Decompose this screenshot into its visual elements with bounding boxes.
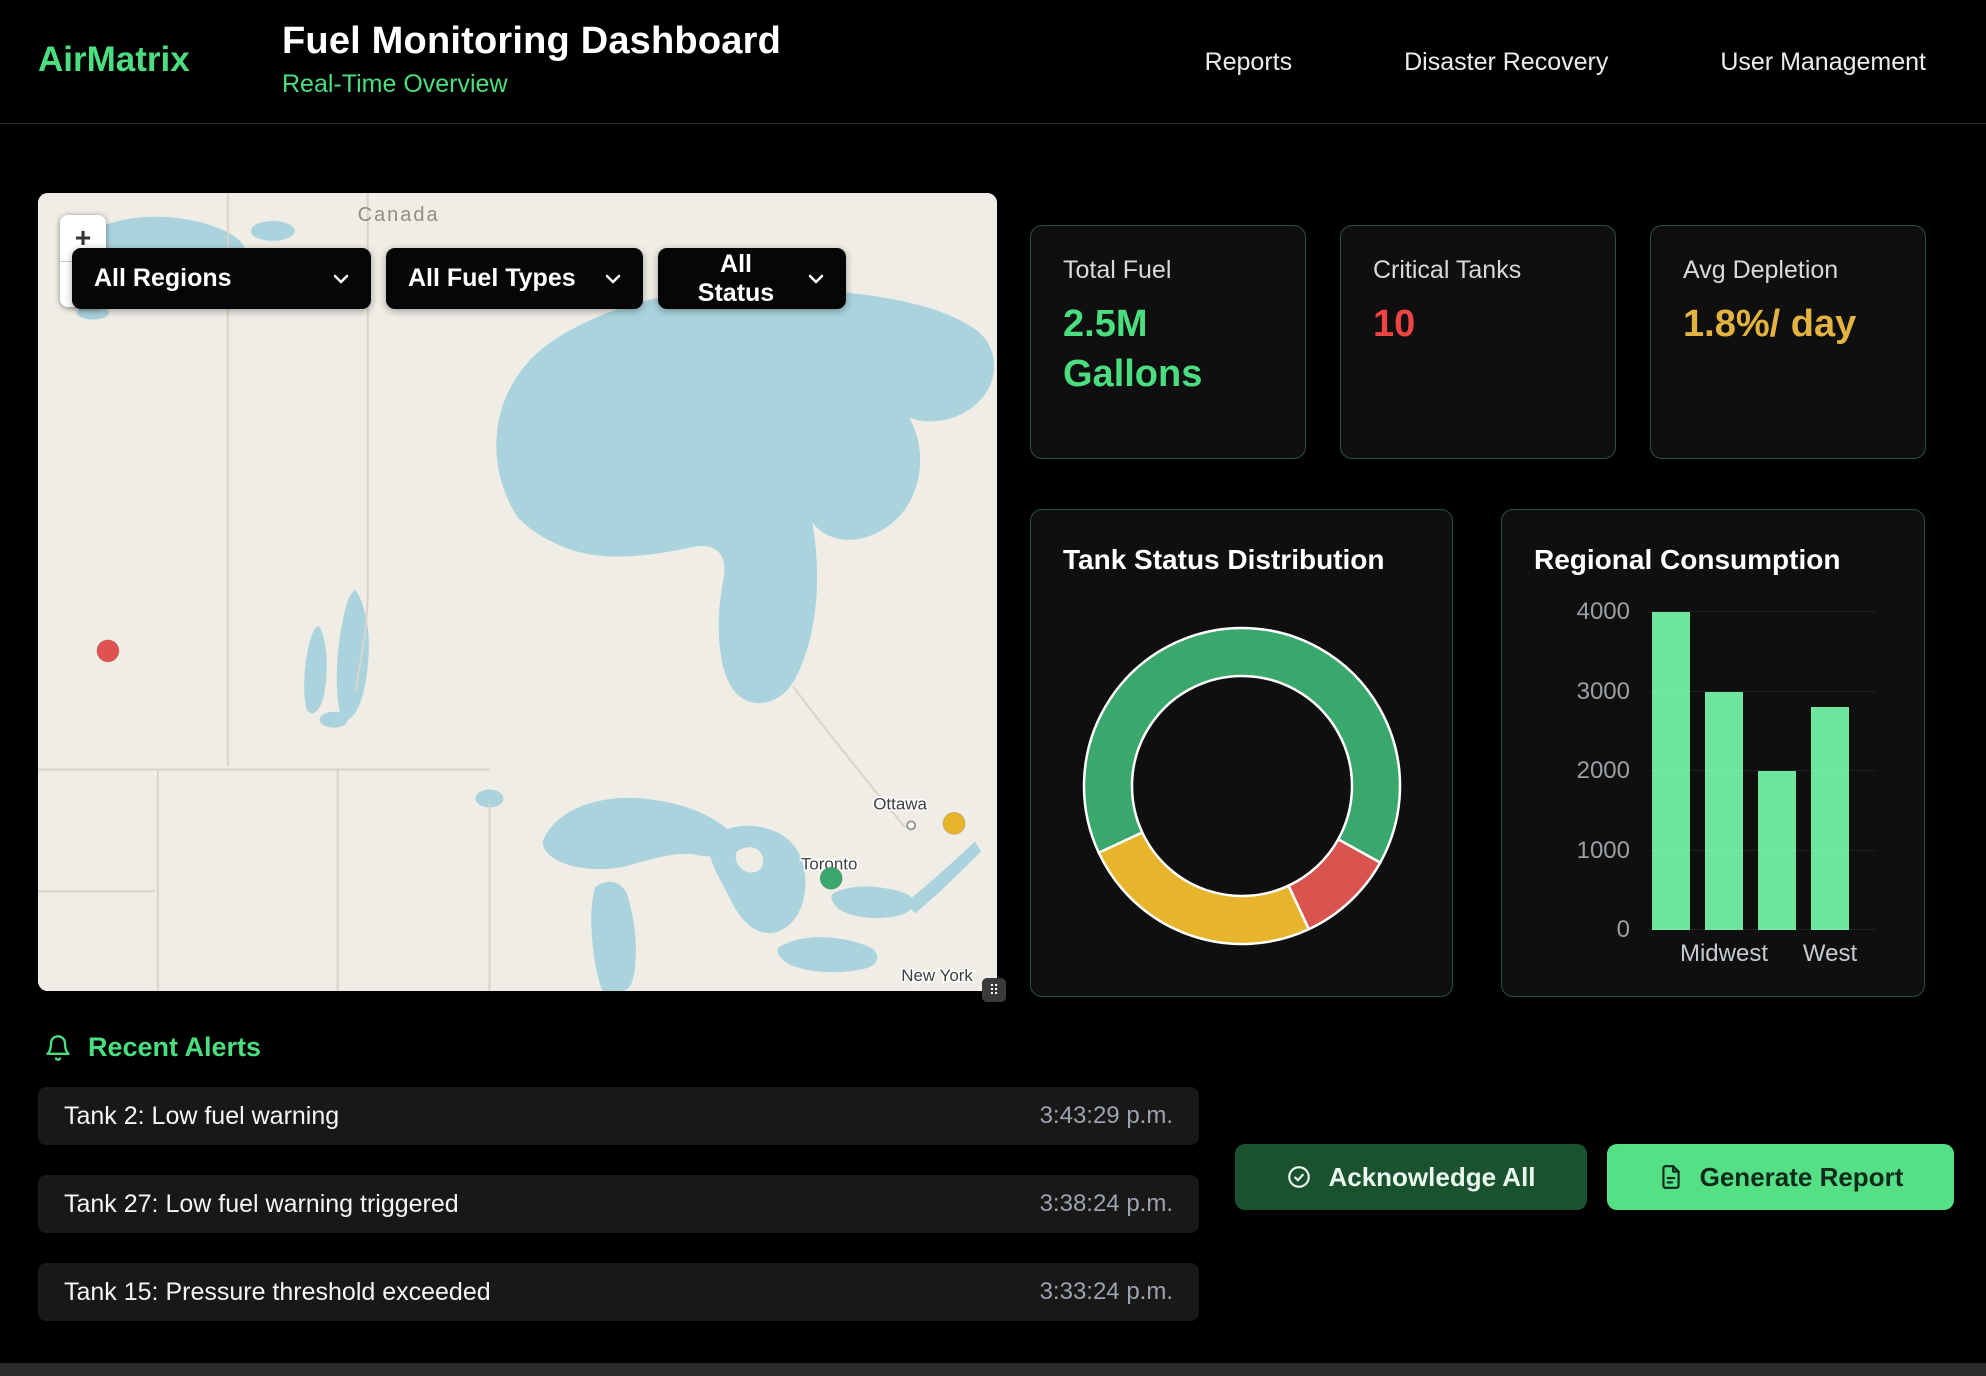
tank-status-title: Tank Status Distribution: [1063, 544, 1420, 576]
y-tick-label: 4000: [1577, 598, 1630, 626]
acknowledge-all-button[interactable]: Acknowledge All: [1235, 1144, 1587, 1210]
bar-2: [1758, 771, 1796, 930]
bar-chart-y-axis: 01000200030004000: [1534, 612, 1630, 930]
nav-disaster-recovery[interactable]: Disaster Recovery: [1404, 48, 1608, 77]
regional-consumption-card: Regional Consumption 0 1000 2000 3000 4000 M…: [1501, 509, 1925, 997]
gridline: [1650, 770, 1876, 771]
x-tick-label: [1758, 940, 1796, 968]
map-card: Canada Ottawa Toronto New York + − All R…: [38, 193, 997, 991]
fuel-type-filter-label: All Fuel Types: [408, 264, 576, 293]
alert-timestamp: 3:43:29 p.m.: [1040, 1102, 1173, 1130]
tank-marker-critical[interactable]: [97, 640, 119, 662]
page-subtitle: Real-Time Overview: [282, 70, 781, 99]
y-tick-label: 3000: [1577, 678, 1630, 706]
x-tick-label: Midwest: [1705, 940, 1743, 968]
stat-value: 2.5M Gallons: [1063, 299, 1273, 399]
y-tick-label: 0: [1617, 916, 1630, 944]
gridline: [1650, 929, 1876, 930]
map[interactable]: Canada Ottawa Toronto New York + − All R…: [38, 193, 997, 991]
stat-card-total-fuel: Total Fuel 2.5M Gallons: [1030, 225, 1306, 459]
page-title: Fuel Monitoring Dashboard: [282, 20, 781, 63]
alert-row[interactable]: Tank 2: Low fuel warning 3:43:29 p.m.: [38, 1087, 1199, 1145]
gridline: [1650, 850, 1876, 851]
footer-strip: [0, 1363, 1986, 1376]
tank-status-card: Tank Status Distribution: [1030, 509, 1453, 997]
tank-marker-normal[interactable]: [820, 867, 842, 889]
acknowledge-all-label: Acknowledge All: [1328, 1162, 1535, 1193]
alert-timestamp: 3:33:24 p.m.: [1040, 1278, 1173, 1306]
alerts-title: Recent Alerts: [88, 1032, 261, 1063]
alert-message: Tank 2: Low fuel warning: [64, 1102, 339, 1131]
status-filter-dropdown[interactable]: All Status: [658, 248, 846, 309]
status-filter-label: All Status: [680, 250, 792, 308]
stat-card-avg-depletion: Avg Depletion 1.8%/ day: [1650, 225, 1926, 459]
regional-consumption-title: Regional Consumption: [1534, 544, 1892, 576]
alert-row[interactable]: Tank 15: Pressure threshold exceeded 3:3…: [38, 1263, 1199, 1321]
stat-value: 10: [1373, 299, 1583, 349]
donut-segment-green: [1083, 628, 1399, 863]
stat-label: Avg Depletion: [1683, 256, 1893, 285]
y-tick-label: 1000: [1577, 837, 1630, 865]
stat-card-critical-tanks: Critical Tanks 10: [1340, 225, 1616, 459]
region-filter-dropdown[interactable]: All Regions: [72, 248, 371, 309]
map-filter-bar: All Regions All Fuel Types All Status: [72, 248, 846, 309]
stat-label: Critical Tanks: [1373, 256, 1583, 285]
tank-marker-warning[interactable]: [943, 812, 965, 834]
alert-message: Tank 27: Low fuel warning triggered: [64, 1190, 459, 1219]
y-tick-label: 2000: [1577, 757, 1630, 785]
tank-status-donut-chart: [1072, 616, 1412, 956]
bar-3: [1811, 707, 1849, 930]
region-filter-label: All Regions: [94, 264, 232, 293]
stat-value: 1.8%/ day: [1683, 299, 1893, 349]
app-header: AirMatrix Fuel Monitoring Dashboard Real…: [0, 0, 1986, 124]
map-label-ottawa: Ottawa: [873, 794, 927, 813]
chart-cards: Tank Status Distribution Regional Consum…: [1030, 509, 1925, 997]
bar-chart-x-axis: Midwest West: [1650, 940, 1876, 968]
stat-cards: Total Fuel 2.5M Gallons Critical Tanks 1…: [1030, 225, 1926, 459]
gridline: [1650, 691, 1876, 692]
check-circle-icon: [1286, 1164, 1312, 1190]
bar-chart-plot: [1650, 612, 1876, 930]
drag-handle-icon[interactable]: ⠿: [982, 978, 1006, 1002]
bar-0: [1652, 612, 1690, 930]
map-canvas[interactable]: Canada Ottawa Toronto New York: [38, 193, 997, 991]
regional-consumption-bar-chart: 0 1000 2000 3000 4000 Midwest West: [1534, 600, 1892, 980]
chevron-down-icon: [605, 274, 621, 284]
lake-manitoba: [320, 712, 348, 728]
nav-user-management[interactable]: User Management: [1720, 48, 1926, 77]
alert-message: Tank 15: Pressure threshold exceeded: [64, 1278, 491, 1307]
chevron-down-icon: [333, 274, 349, 284]
app-logo: AirMatrix: [38, 40, 190, 80]
donut-segment-amber: [1098, 832, 1308, 944]
generate-report-button[interactable]: Generate Report: [1607, 1144, 1954, 1210]
bar-1: [1705, 692, 1743, 931]
gridline: [1650, 611, 1876, 612]
generate-report-label: Generate Report: [1700, 1162, 1904, 1193]
bar-chart-bars: [1650, 612, 1876, 930]
ottawa-city-dot: [907, 821, 915, 829]
nav-reports[interactable]: Reports: [1205, 48, 1293, 77]
stat-label: Total Fuel: [1063, 256, 1273, 285]
x-tick-label: West: [1811, 940, 1849, 968]
alert-row[interactable]: Tank 27: Low fuel warning triggered 3:38…: [38, 1175, 1199, 1233]
alert-timestamp: 3:38:24 p.m.: [1040, 1190, 1173, 1218]
chevron-down-icon: [808, 274, 824, 284]
document-icon: [1658, 1164, 1684, 1190]
main-nav: Reports Disaster Recovery User Managemen…: [1205, 0, 1926, 124]
alerts-list: Tank 2: Low fuel warning 3:43:29 p.m. Ta…: [38, 1087, 1199, 1321]
fuel-type-filter-dropdown[interactable]: All Fuel Types: [386, 248, 643, 309]
map-label-canada: Canada: [358, 204, 440, 226]
map-label-new-york: New York: [901, 966, 973, 985]
small-lake: [251, 221, 295, 241]
bell-icon: [44, 1034, 72, 1062]
alerts-header: Recent Alerts: [44, 1032, 261, 1063]
title-block: Fuel Monitoring Dashboard Real-Time Over…: [282, 20, 781, 99]
